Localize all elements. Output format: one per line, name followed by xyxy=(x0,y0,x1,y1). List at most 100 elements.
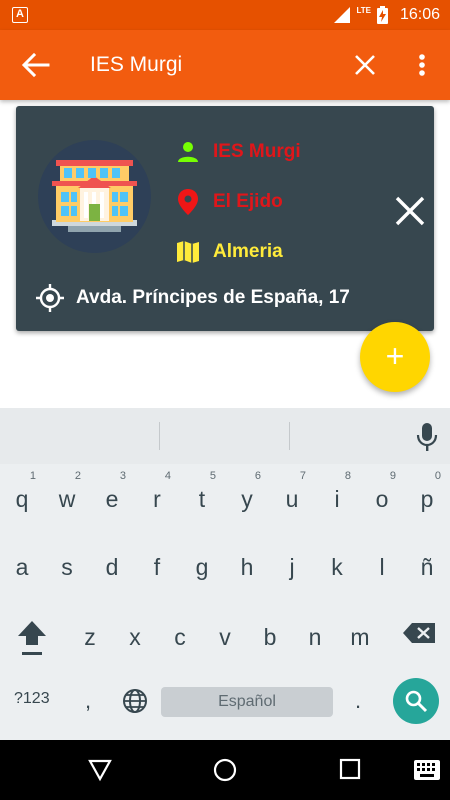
province-name: Almeria xyxy=(213,241,283,262)
key-hint: 9 xyxy=(389,470,396,482)
key-v[interactable]: v xyxy=(205,606,245,662)
key-p[interactable]: 0p xyxy=(407,468,447,524)
key-hint: 6 xyxy=(254,470,261,482)
key-label: h xyxy=(240,554,254,580)
key-label: k xyxy=(331,554,343,580)
space-key[interactable]: Español xyxy=(161,687,333,717)
key-label: a xyxy=(15,554,29,580)
key-label: y xyxy=(241,486,253,512)
key-label: x xyxy=(129,624,141,650)
key-x[interactable]: x xyxy=(115,606,155,662)
shift-key-icon[interactable] xyxy=(16,619,48,659)
key-label: p xyxy=(420,486,434,512)
navigation-bar xyxy=(0,740,450,800)
key-label: e xyxy=(105,486,119,512)
key-y[interactable]: 6y xyxy=(227,468,267,524)
key-z[interactable]: z xyxy=(70,606,110,662)
school-card[interactable]: IES Murgi El Ejido Almeria Avda. Príncip… xyxy=(16,106,434,331)
key-n[interactable]: n xyxy=(295,606,335,662)
search-key[interactable] xyxy=(393,678,439,724)
key-label: v xyxy=(219,624,231,650)
clock: 16:06 xyxy=(399,6,440,23)
key-b[interactable]: b xyxy=(250,606,290,662)
key-ñ[interactable]: ñ xyxy=(407,536,447,592)
province-row: Almeria xyxy=(176,240,283,264)
key-label: d xyxy=(105,554,119,580)
backspace-key-icon[interactable] xyxy=(402,622,436,644)
key-e[interactable]: 3e xyxy=(92,468,132,524)
key-label: s xyxy=(61,554,73,580)
key-s[interactable]: s xyxy=(47,536,87,592)
key-label: m xyxy=(350,624,370,650)
key-l[interactable]: l xyxy=(362,536,402,592)
city-row: El Ejido xyxy=(176,189,283,215)
home-nav-icon[interactable] xyxy=(213,758,237,782)
key-w[interactable]: 2w xyxy=(47,468,87,524)
key-label: n xyxy=(308,624,322,650)
gps-fixed-icon xyxy=(36,284,64,312)
app-bar: IES Murgi xyxy=(0,30,450,100)
key-hint: 1 xyxy=(29,470,36,482)
school-name: IES Murgi xyxy=(213,141,301,162)
search-icon xyxy=(405,690,428,713)
key-h[interactable]: h xyxy=(227,536,267,592)
key-label: t xyxy=(198,486,206,512)
suggestion-divider xyxy=(289,422,290,450)
key-label: f xyxy=(153,554,161,580)
microphone-icon[interactable] xyxy=(416,422,438,452)
more-vert-icon[interactable] xyxy=(412,50,432,80)
close-icon[interactable] xyxy=(352,52,378,78)
app-notification-icon: A xyxy=(12,7,28,23)
signal-icon xyxy=(334,7,351,23)
key-q[interactable]: 1q xyxy=(2,468,42,524)
key-label: c xyxy=(174,624,186,650)
key-label: g xyxy=(195,554,209,580)
back-nav-icon[interactable] xyxy=(88,758,112,782)
key-hint: 0 xyxy=(434,470,441,482)
key-u[interactable]: 7u xyxy=(272,468,312,524)
key-label: z xyxy=(84,624,96,650)
network-type: LTE xyxy=(356,5,371,15)
search-query-title[interactable]: IES Murgi xyxy=(90,53,182,77)
key-hint: 2 xyxy=(74,470,81,482)
key-j[interactable]: j xyxy=(272,536,312,592)
key-m[interactable]: m xyxy=(340,606,380,662)
key-t[interactable]: 5t xyxy=(182,468,222,524)
key-label: l xyxy=(379,554,385,580)
school-name-row: IES Murgi xyxy=(176,140,301,164)
key-hint: 5 xyxy=(209,470,216,482)
key-i[interactable]: 8i xyxy=(317,468,357,524)
soft-keyboard: 1q2w3e4r5t6y7u8i9o0p asdfghjklñ zxcvbnm … xyxy=(0,408,450,740)
person-icon xyxy=(176,140,200,164)
status-bar: A LTE 16:06 xyxy=(0,0,450,30)
map-icon xyxy=(176,240,200,264)
key-hint: 4 xyxy=(164,470,171,482)
suggestion-strip xyxy=(0,408,450,464)
key-f[interactable]: f xyxy=(137,536,177,592)
key-k[interactable]: k xyxy=(317,536,357,592)
close-card-icon[interactable] xyxy=(394,195,426,227)
period-key[interactable]: . xyxy=(355,688,361,714)
key-label: j xyxy=(289,554,295,580)
key-label: q xyxy=(15,486,29,512)
add-fab-button[interactable]: + xyxy=(360,322,430,392)
key-label: b xyxy=(263,624,277,650)
key-g[interactable]: g xyxy=(182,536,222,592)
arrow-left-icon[interactable] xyxy=(20,51,50,79)
recents-nav-icon[interactable] xyxy=(339,758,361,780)
globe-icon[interactable] xyxy=(122,688,148,714)
comma-key[interactable]: , xyxy=(85,688,91,714)
key-a[interactable]: a xyxy=(2,536,42,592)
key-label: o xyxy=(375,486,389,512)
key-r[interactable]: 4r xyxy=(137,468,177,524)
key-label: w xyxy=(58,486,76,512)
key-label: r xyxy=(153,486,161,512)
school-address: Avda. Príncipes de España, 17 xyxy=(76,287,350,308)
symbols-key[interactable]: ?123 xyxy=(14,690,50,708)
key-o[interactable]: 9o xyxy=(362,468,402,524)
key-d[interactable]: d xyxy=(92,536,132,592)
key-c[interactable]: c xyxy=(160,606,200,662)
key-hint: 8 xyxy=(344,470,351,482)
location-pin-icon xyxy=(176,189,200,215)
keyboard-switch-icon[interactable] xyxy=(414,760,440,780)
